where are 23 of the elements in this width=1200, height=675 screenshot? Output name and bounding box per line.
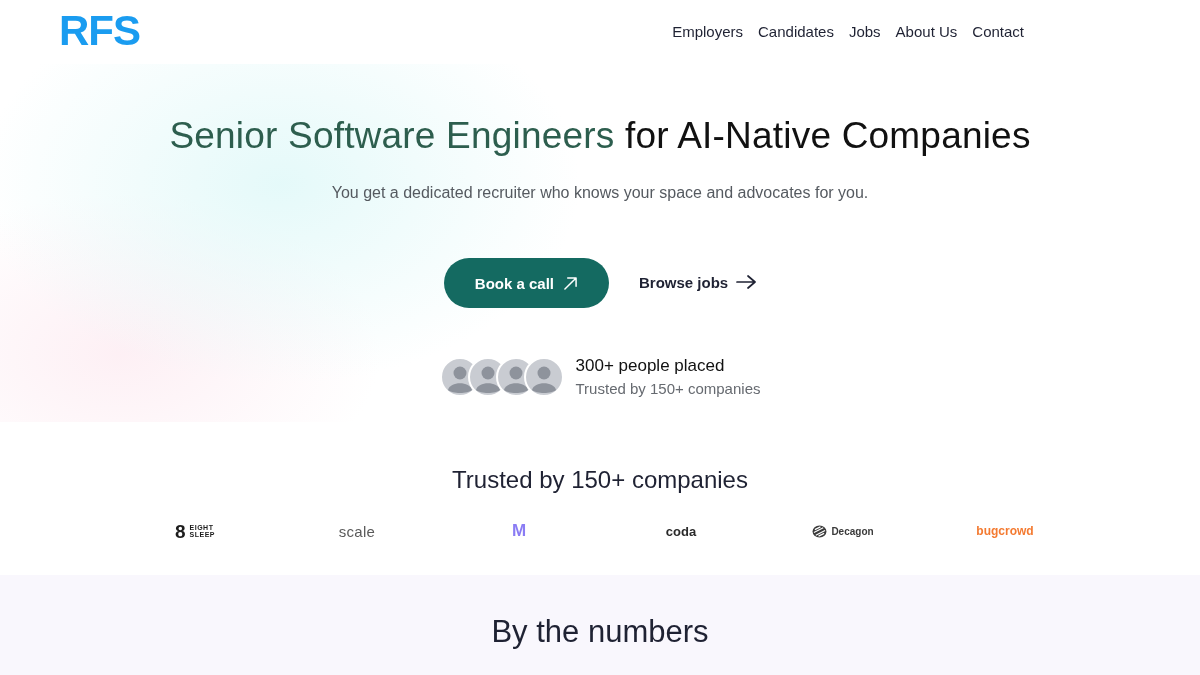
- company-logo: coda: [665, 523, 697, 539]
- company-logo: scale: [338, 522, 376, 540]
- nav-link[interactable]: Candidates: [758, 23, 834, 40]
- people-placed-text: 300+ people placed: [575, 356, 726, 376]
- section-heading: Trusted by 150+ companies: [452, 466, 748, 494]
- book-call-button[interactable]: Book a call: [443, 258, 609, 308]
- nav-link[interactable]: Contact: [972, 23, 1024, 40]
- company-logo: bugcrowd: [976, 524, 1034, 538]
- hero-subtitle: You get a dedicated recruiter who knows your space and advocates for you.: [331, 184, 869, 202]
- logo-mark: 8: [175, 521, 186, 541]
- nav-link[interactable]: About Us: [895, 23, 958, 40]
- browse-jobs-link[interactable]: Browse jobs: [639, 273, 757, 291]
- arrow-right-icon: [736, 275, 757, 289]
- arrow-up-right-icon: [564, 276, 577, 290]
- company-logo: M: [511, 521, 527, 541]
- nav-link[interactable]: Employers: [672, 23, 743, 40]
- company-logo: Decagon: [831, 525, 874, 537]
- hero-title: Senior Software Engineers for AI-Native Companies: [169, 114, 1031, 158]
- section-heading: By the numbers: [491, 613, 709, 651]
- nav-link[interactable]: Jobs: [848, 23, 881, 40]
- trusted-companies-text: Trusted by 150+ companies: [575, 380, 761, 397]
- avatar-icon: [523, 356, 564, 397]
- striped-circle-icon: [812, 524, 828, 538]
